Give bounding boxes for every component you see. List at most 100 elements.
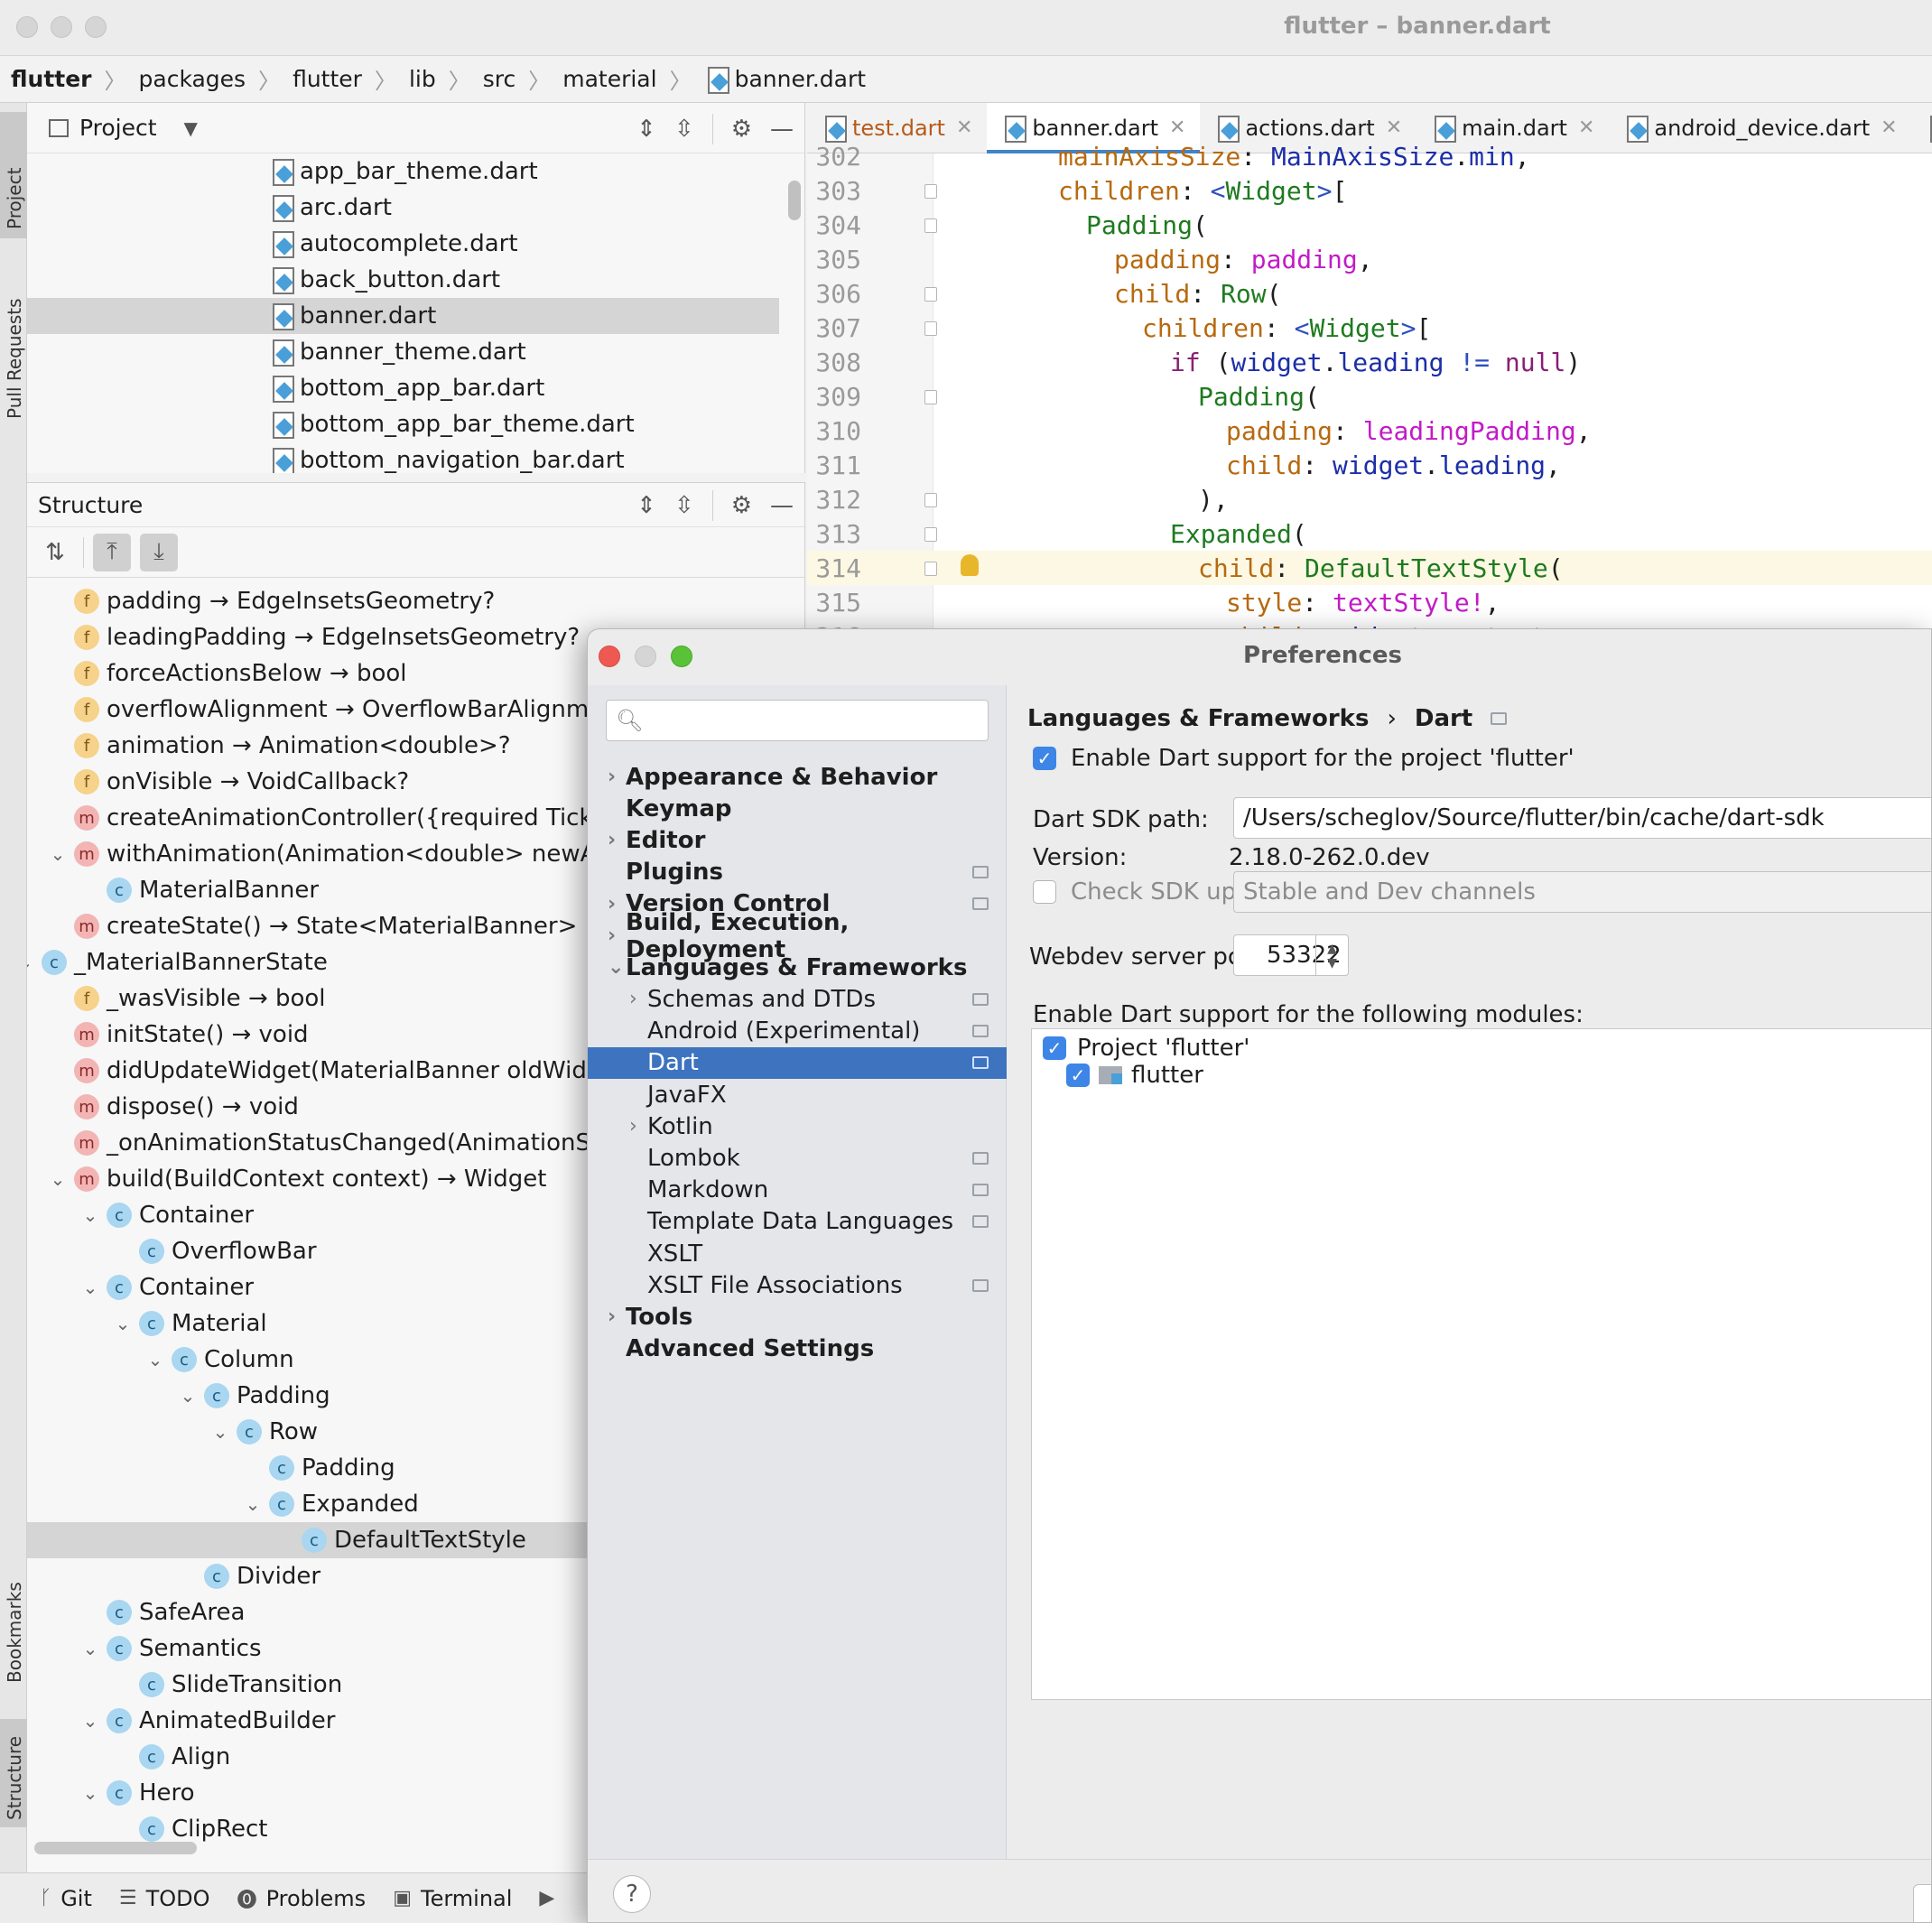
settings-nav-item[interactable]: Markdown [588, 1175, 1007, 1206]
chevron-down-icon[interactable]: ⌄ [139, 1349, 172, 1370]
chevron-down-icon[interactable]: ⌄ [74, 1782, 107, 1804]
breadcrumb-item[interactable]: flutter [11, 66, 92, 92]
project-file-item[interactable]: app_bar_theme.dart [27, 153, 804, 190]
todo-tool-button[interactable]: ☰ TODO [119, 1886, 210, 1911]
breadcrumb-item[interactable]: flutter [293, 66, 362, 92]
chevron-down-icon[interactable]: ⌄ [74, 1277, 107, 1298]
line-number[interactable]: 310 [807, 416, 861, 446]
stripe-tab-structure[interactable]: Structure [0, 1719, 27, 1827]
line-number[interactable]: 313 [807, 519, 861, 549]
lightbulb-icon[interactable] [961, 554, 979, 576]
project-file-item[interactable]: autocomplete.dart [27, 226, 804, 262]
chevron-right-icon[interactable]: › [608, 829, 616, 851]
stripe-tab-pull-requests[interactable]: Pull Requests [0, 247, 27, 428]
settings-nav-item[interactable]: ⌄ Languages & Frameworks [588, 952, 1007, 983]
settings-nav-item[interactable]: Template Data Languages [588, 1206, 1007, 1238]
settings-breadcrumb-section[interactable]: Languages & Frameworks [1027, 705, 1369, 732]
chevron-up-icon[interactable]: ▲ [1327, 942, 1337, 956]
line-number[interactable]: 315 [807, 588, 861, 618]
help-button[interactable]: ? [613, 1875, 651, 1913]
sdk-path-field[interactable]: /Users/scheglov/Source/flutter/bin/cache… [1233, 797, 1931, 839]
chevron-right-icon[interactable]: › [608, 766, 616, 788]
settings-nav-item[interactable]: Plugins [588, 857, 1007, 888]
expand-all-icon[interactable]: ⇕ [636, 492, 656, 519]
settings-nav-item[interactable]: Dart [588, 1046, 1007, 1079]
line-number[interactable]: 303 [807, 176, 861, 206]
navigate-from-source-icon[interactable]: ⤒ [93, 533, 131, 571]
chevron-down-icon[interactable]: ⌄ [608, 956, 624, 979]
gear-icon[interactable]: ⚙ [731, 116, 752, 143]
sort-alphabetically-icon[interactable]: ⇅ [36, 534, 74, 571]
chevron-right-icon[interactable]: › [608, 924, 616, 947]
settings-nav-item[interactable]: Android (Experimental) [588, 1016, 1007, 1047]
fold-marker-icon[interactable] [924, 321, 937, 336]
chevron-down-icon[interactable]: ▼ [184, 117, 198, 139]
structure-horizontal-scrollbar[interactable] [34, 1842, 197, 1854]
fold-marker-icon[interactable] [924, 218, 937, 233]
close-tab-icon[interactable]: ✕ [956, 116, 972, 139]
close-tab-icon[interactable]: ✕ [1881, 116, 1897, 139]
chevron-down-icon[interactable]: ⌄ [74, 1204, 107, 1226]
project-file-item[interactable]: banner_theme.dart [27, 334, 804, 370]
settings-nav-item[interactable]: Advanced Settings [588, 1333, 1007, 1365]
expand-all-icon[interactable]: ⇕ [636, 116, 656, 143]
close-tab-icon[interactable]: ✕ [1578, 116, 1594, 139]
project-file-item[interactable]: arc.dart [27, 190, 804, 226]
line-number[interactable]: 305 [807, 245, 861, 274]
enable-dart-checkbox[interactable]: ✓ [1033, 747, 1056, 770]
line-number[interactable]: 314 [807, 553, 861, 583]
project-scrollbar[interactable] [788, 181, 801, 220]
module-checkbox[interactable]: ✓ [1043, 1036, 1066, 1060]
services-tool-button[interactable]: ▶ [539, 1887, 554, 1909]
settings-nav-item[interactable]: Lombok [588, 1142, 1007, 1174]
settings-nav-item[interactable]: › Editor [588, 824, 1007, 856]
line-number[interactable]: 312 [807, 485, 861, 515]
breadcrumb-item[interactable]: banner.dart [735, 66, 866, 92]
navigate-to-source-icon[interactable]: ⤓ [140, 533, 178, 571]
line-number[interactable]: 306 [807, 279, 861, 309]
project-file-item[interactable]: back_button.dart [27, 262, 804, 298]
project-file-item[interactable]: bottom_navigation_bar.dart [27, 442, 804, 473]
zoom-window-button[interactable] [85, 16, 107, 38]
settings-nav-item[interactable]: › Build, Execution, Deployment [588, 909, 1007, 963]
settings-nav-item[interactable]: XSLT [588, 1238, 1007, 1269]
chevron-down-icon[interactable]: ⌄ [42, 843, 74, 865]
close-tab-icon[interactable]: ✕ [1386, 116, 1402, 139]
gear-icon[interactable]: ⚙ [731, 492, 752, 519]
ok-button[interactable] [1913, 1884, 1931, 1922]
settings-nav-item[interactable]: › Tools [588, 1301, 1007, 1333]
project-panel-title[interactable]: Project [79, 115, 157, 141]
project-file-item[interactable]: banner.dart [27, 298, 779, 334]
line-number[interactable]: 309 [807, 382, 861, 412]
project-file-item[interactable]: bottom_app_bar_theme.dart [27, 406, 804, 442]
settings-nav-item[interactable]: › Appearance & Behavior [588, 761, 1007, 793]
chevron-down-icon[interactable]: ⌄ [74, 1638, 107, 1659]
structure-item[interactable]: f padding → EdgeInsetsGeometry? [27, 583, 804, 619]
chevron-right-icon[interactable]: › [608, 1305, 616, 1328]
project-file-item[interactable]: bottom_app_bar.dart [27, 370, 804, 406]
chevron-right-icon[interactable]: › [629, 1115, 637, 1138]
problems-tool-button[interactable]: ⓿ Problems [237, 1884, 367, 1913]
chevron-down-icon[interactable]: ⌄ [172, 1385, 204, 1407]
hide-panel-icon[interactable]: — [770, 492, 794, 519]
preferences-search-input[interactable]: 🔍︎ [606, 700, 989, 741]
fold-marker-icon[interactable] [924, 562, 937, 576]
chevron-down-icon[interactable]: ⌄ [107, 1313, 139, 1334]
fold-marker-icon[interactable] [924, 493, 937, 507]
collapse-all-icon[interactable]: ⇳ [674, 492, 694, 519]
breadcrumb-item[interactable]: lib [409, 66, 436, 92]
settings-nav-item[interactable]: XSLT File Associations [588, 1269, 1007, 1301]
fold-marker-icon[interactable] [924, 390, 937, 404]
chevron-down-icon[interactable]: ⌄ [204, 1421, 237, 1443]
close-window-button[interactable] [16, 16, 38, 38]
close-tab-icon[interactable]: ✕ [1169, 116, 1185, 139]
line-number[interactable]: 304 [807, 210, 861, 240]
chevron-down-icon[interactable]: ⌄ [237, 1493, 269, 1515]
fold-marker-icon[interactable] [924, 287, 937, 302]
line-number[interactable]: 307 [807, 313, 861, 343]
chevron-down-icon[interactable]: ▼ [1327, 956, 1337, 971]
chevron-down-icon[interactable]: ⌄ [27, 952, 42, 973]
chevron-right-icon[interactable]: › [608, 893, 616, 915]
breadcrumb-item[interactable]: packages [139, 66, 246, 92]
hide-panel-icon[interactable]: — [770, 116, 794, 143]
